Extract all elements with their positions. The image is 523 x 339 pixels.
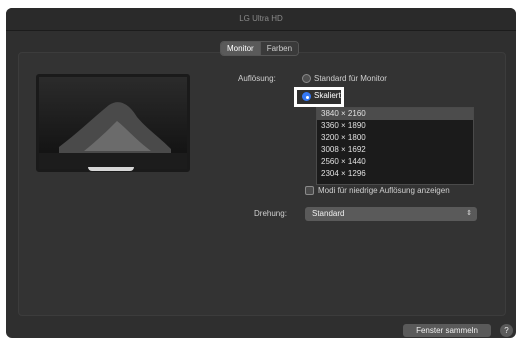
resolution-item[interactable]: 3200 × 1800 (317, 132, 473, 144)
resolution-item[interactable]: 3360 × 1890 (317, 120, 473, 132)
resolution-item[interactable]: 2304 × 1296 (317, 168, 473, 180)
help-icon[interactable]: ? (500, 324, 513, 337)
radio-standard[interactable] (302, 74, 311, 83)
display-settings-window: LG Ultra HD Monitor Farben Auflösung: St… (6, 8, 516, 338)
rotation-select[interactable]: Standard ⇕ (305, 207, 477, 221)
resolution-label: Auflösung: (238, 74, 276, 83)
resolution-item[interactable]: 3008 × 1692 (317, 144, 473, 156)
radio-scaled[interactable] (302, 92, 311, 101)
radio-standard-label[interactable]: Standard für Monitor (314, 74, 387, 83)
low-res-checkbox-label[interactable]: Modi für niedrige Auflösung anzeigen (318, 186, 450, 195)
low-res-checkbox[interactable] (305, 186, 314, 195)
tab-colors[interactable]: Farben (259, 42, 299, 55)
monitor-stand (88, 167, 134, 171)
gather-windows-button[interactable]: Fenster sammeln (403, 324, 491, 337)
resolution-item[interactable]: 2560 × 1440 (317, 156, 473, 168)
rotation-value: Standard (312, 209, 345, 218)
wallpaper-image (39, 77, 187, 169)
rotation-label: Drehung: (254, 209, 287, 218)
radio-scaled-label[interactable]: Skaliert (314, 91, 341, 100)
resolution-list[interactable]: 3840 × 2160 3360 × 1890 3200 × 1800 3008… (316, 107, 474, 185)
resolution-item[interactable]: 3840 × 2160 (317, 108, 473, 120)
tab-monitor[interactable]: Monitor (221, 42, 260, 55)
updown-chevron-icon: ⇕ (466, 210, 472, 217)
monitor-preview (36, 74, 190, 172)
tab-bar: Monitor Farben (220, 41, 300, 56)
window-title: LG Ultra HD (6, 8, 516, 31)
